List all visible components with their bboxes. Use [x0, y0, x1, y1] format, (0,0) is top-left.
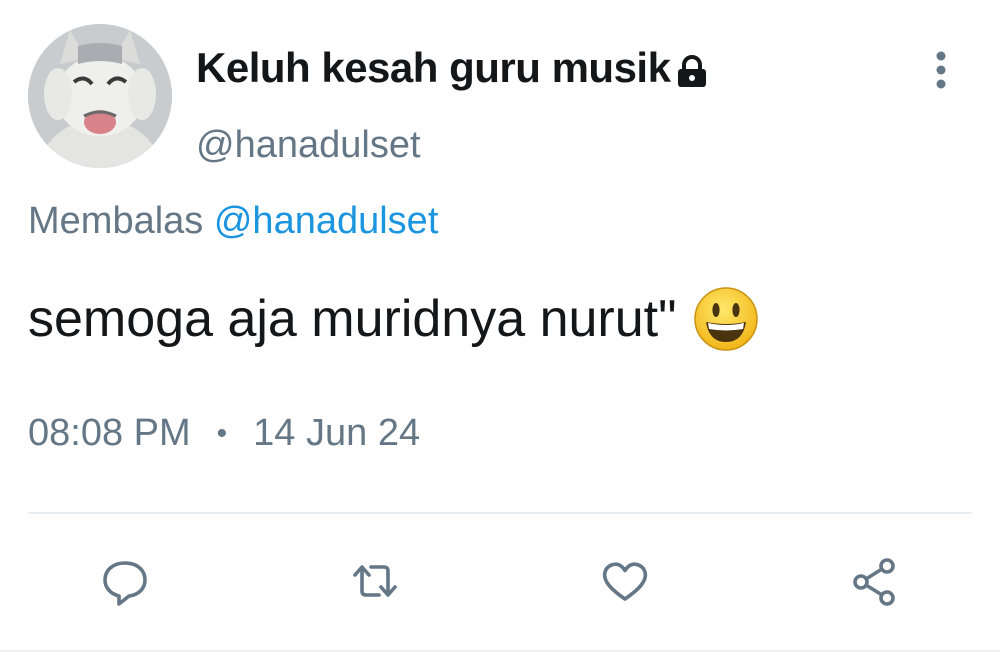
- divider: [28, 512, 972, 514]
- user-handle[interactable]: @hanadulset: [196, 124, 421, 167]
- bottom-border: [0, 650, 1000, 652]
- reply-context: Membalas @hanadulset: [28, 200, 438, 243]
- share-icon: [853, 558, 895, 606]
- avatar[interactable]: [28, 24, 172, 168]
- reply-icon: [103, 561, 147, 606]
- meta-separator: •: [216, 416, 228, 450]
- smiley-emoji-icon: [693, 286, 759, 352]
- tweet-meta: 08:08 PM • 14 Jun 24: [28, 412, 420, 455]
- more-vertical-icon[interactable]: [926, 50, 956, 90]
- cat-avatar-image: [28, 24, 172, 168]
- tweet-text: semoga aja muridnya nurut": [28, 286, 759, 352]
- retweet-icon: [353, 565, 397, 597]
- share-button[interactable]: [840, 546, 910, 616]
- tweet-text-content: semoga aja muridnya nurut": [28, 290, 677, 348]
- heart-icon: [602, 562, 648, 601]
- reply-button[interactable]: [90, 546, 160, 616]
- tweet-date[interactable]: 14 Jun 24: [253, 412, 420, 455]
- display-name[interactable]: Keluh kesah guru musik: [196, 44, 708, 92]
- display-name-text: Keluh kesah guru musik: [196, 44, 671, 91]
- reply-to-handle-link[interactable]: @hanadulset: [214, 200, 439, 242]
- like-button[interactable]: [590, 546, 660, 616]
- lock-icon: [676, 51, 708, 87]
- reply-prefix: Membalas: [28, 200, 204, 242]
- retweet-button[interactable]: [340, 546, 410, 616]
- tweet-time[interactable]: 08:08 PM: [28, 412, 191, 455]
